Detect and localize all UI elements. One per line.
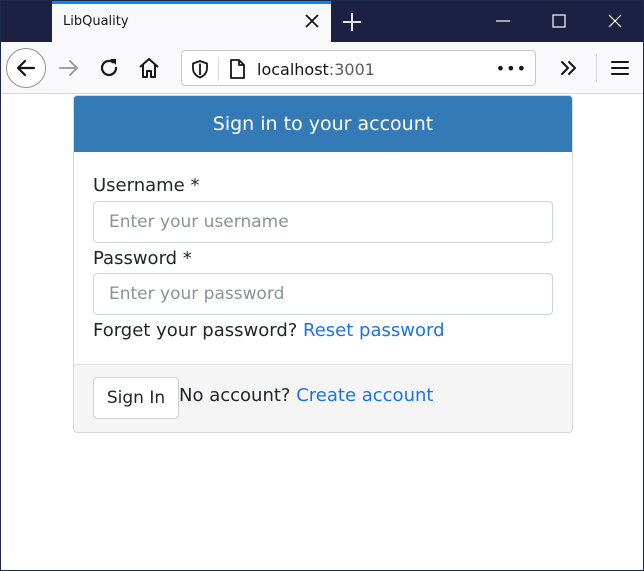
close-window-icon[interactable] [607, 13, 623, 29]
new-tab-icon[interactable] [341, 11, 363, 33]
login-heading: Sign in to your account [212, 113, 434, 135]
shield-icon[interactable] [191, 59, 209, 79]
url-bar-divider [218, 57, 219, 81]
home-icon[interactable] [137, 56, 161, 80]
browser-window: LibQuality localhost:3001 ••• Sign in to… [0, 0, 644, 571]
tab-title: LibQuality [63, 14, 129, 29]
no-account-text: No account? [179, 385, 291, 406]
card-footer: Sign In No account? Create account [74, 364, 572, 432]
card-header: Sign in to your account [74, 96, 572, 152]
forgot-password-text: Forget your password? [93, 320, 298, 341]
tab-libquality[interactable]: LibQuality [52, 1, 331, 42]
no-account-row: No account? Create account [179, 385, 433, 406]
tab-active-indicator [52, 1, 331, 4]
url-bar[interactable]: localhost:3001 ••• [181, 50, 536, 86]
username-input[interactable] [93, 201, 553, 243]
password-input[interactable] [93, 273, 553, 315]
reload-icon[interactable] [97, 56, 121, 80]
url-host: localhost [257, 60, 329, 79]
sign-in-button[interactable]: Sign In [93, 377, 179, 419]
password-label: Password * [93, 248, 192, 269]
forgot-password-row: Forget your password? Reset password [93, 320, 445, 341]
tab-bar: LibQuality [1, 1, 643, 42]
login-card: Sign in to your account Username * Passw… [73, 95, 573, 433]
forward-arrow-icon[interactable] [57, 56, 81, 80]
url-port: :3001 [328, 60, 375, 79]
back-arrow-icon [16, 59, 36, 77]
reset-password-link[interactable]: Reset password [303, 320, 444, 341]
page-icon[interactable] [228, 58, 246, 80]
hamburger-menu-icon[interactable] [608, 56, 632, 80]
toolbar-divider [596, 54, 597, 82]
back-button[interactable] [6, 48, 46, 88]
username-label: Username * [93, 175, 200, 196]
overflow-chevron-icon[interactable] [557, 56, 581, 80]
page-actions-icon[interactable]: ••• [496, 59, 527, 78]
minimize-icon[interactable] [495, 13, 511, 29]
create-account-link[interactable]: Create account [296, 385, 433, 406]
navigation-bar: localhost:3001 ••• [1, 42, 643, 94]
close-tab-icon[interactable] [303, 12, 321, 30]
maximize-icon[interactable] [551, 13, 567, 29]
url-text[interactable]: localhost:3001 [257, 60, 375, 79]
